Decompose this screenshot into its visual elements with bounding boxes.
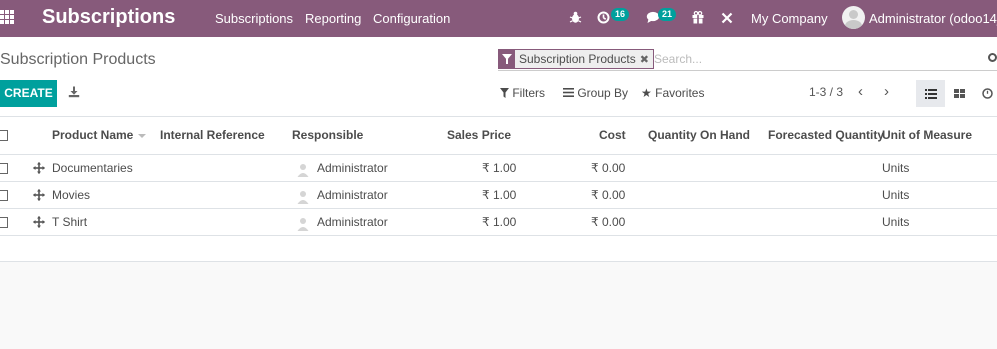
cost-cell: ₹ 0.00 — [591, 188, 626, 202]
gift-icon[interactable] — [692, 11, 704, 24]
sales-price-cell: ₹ 1.00 — [482, 188, 517, 202]
download-icon[interactable] — [68, 86, 80, 98]
row-checkbox[interactable] — [0, 217, 8, 228]
filter-icon — [500, 88, 509, 98]
row-checkbox[interactable] — [0, 190, 8, 201]
responsible-avatar-icon — [297, 164, 309, 177]
company-switcher[interactable]: My Company — [751, 11, 828, 26]
table-footer-spacer — [0, 236, 997, 262]
products-list-table: Product Name Internal Reference Responsi… — [0, 117, 997, 262]
responsible-cell: Administrator — [317, 188, 388, 202]
breadcrumb: Subscription Products — [0, 51, 156, 68]
uom-cell: Units — [882, 215, 910, 229]
table-row[interactable]: Movies Administrator ₹ 1.00 ₹ 0.00 Units — [0, 182, 997, 209]
menu-reporting[interactable]: Reporting — [305, 11, 361, 26]
table-row[interactable]: Documentaries Administrator ₹ 1.00 ₹ 0.0… — [0, 155, 997, 182]
search-facet: Subscription Products ✖ — [498, 49, 654, 69]
row-checkbox[interactable] — [0, 163, 8, 174]
menu-configuration[interactable]: Configuration — [373, 11, 450, 26]
filters-button[interactable]: Filters — [500, 86, 545, 100]
column-internal-reference[interactable]: Internal Reference — [160, 128, 265, 142]
cost-cell: ₹ 0.00 — [591, 161, 626, 175]
column-quantity-on-hand[interactable]: Quantity On Hand — [648, 128, 750, 142]
top-navbar: Subscriptions Subscriptions Reporting Co… — [0, 0, 997, 37]
sales-price-cell: ₹ 1.00 — [482, 215, 517, 229]
apps-menu-icon[interactable] — [0, 10, 14, 25]
facet-remove-icon[interactable]: ✖ — [640, 53, 653, 66]
app-title[interactable]: Subscriptions — [42, 6, 175, 29]
responsible-cell: Administrator — [317, 215, 388, 229]
facet-label: Subscription Products — [519, 52, 636, 66]
responsible-cell: Administrator — [317, 161, 388, 175]
filter-facet-icon — [499, 50, 515, 68]
filters-label: Filters — [512, 86, 546, 100]
bars-icon — [563, 88, 574, 97]
create-button[interactable]: CREATE — [0, 80, 57, 107]
column-sales-price[interactable]: Sales Price — [447, 128, 511, 142]
column-forecasted-quantity[interactable]: Forecasted Quantity — [768, 128, 884, 142]
column-cost[interactable]: Cost — [599, 128, 626, 142]
search-icon[interactable] — [988, 53, 997, 62]
list-view-button[interactable] — [916, 80, 945, 107]
column-product-name[interactable]: Product Name — [52, 128, 147, 142]
group-by-label: Group By — [577, 86, 629, 100]
messages-count-badge: 21 — [658, 8, 676, 21]
table-row[interactable]: T Shirt Administrator ₹ 1.00 ₹ 0.00 Unit… — [0, 209, 997, 236]
uom-cell: Units — [882, 188, 910, 202]
product-name-cell: Documentaries — [52, 161, 133, 175]
activity-view-button[interactable] — [974, 80, 997, 107]
debug-bug-icon[interactable] — [569, 11, 582, 24]
clock-view-icon — [982, 88, 993, 99]
cost-cell: ₹ 0.00 — [591, 215, 626, 229]
pager-next-icon[interactable]: › — [884, 83, 889, 100]
drag-handle-icon[interactable] — [33, 216, 45, 228]
product-name-cell: Movies — [52, 188, 91, 202]
kanban-view-icon — [954, 89, 965, 98]
search-input[interactable] — [654, 50, 974, 68]
favorites-button[interactable]: ★ Favorites — [641, 86, 704, 100]
select-all-checkbox[interactable] — [0, 130, 8, 141]
user-avatar[interactable] — [842, 6, 865, 29]
sales-price-cell: ₹ 1.00 — [482, 161, 517, 175]
activity-count-badge: 16 — [611, 8, 629, 21]
list-view-icon — [925, 89, 937, 99]
pager-value[interactable]: 1-3 / 3 — [809, 85, 843, 99]
pager-previous-icon[interactable]: ‹ — [858, 83, 863, 100]
uom-cell: Units — [882, 161, 910, 175]
product-name-cell: T Shirt — [52, 215, 88, 229]
activity-clock-icon[interactable] — [597, 11, 610, 24]
drag-handle-icon[interactable] — [33, 162, 45, 174]
star-icon: ★ — [641, 86, 652, 100]
menu-subscriptions[interactable]: Subscriptions — [215, 11, 293, 26]
table-header: Product Name Internal Reference Responsi… — [0, 117, 997, 155]
search-bar: Subscription Products ✖ — [498, 49, 997, 71]
column-unit-of-measure[interactable]: Unit of Measure — [882, 128, 972, 142]
drag-handle-icon[interactable] — [33, 189, 45, 201]
user-menu[interactable]: Administrator (odoo14_e — [869, 11, 997, 26]
control-panel: Subscription Products Subscription Produ… — [0, 37, 997, 117]
tools-icon[interactable] — [721, 12, 733, 24]
kanban-view-button[interactable] — [945, 80, 974, 107]
favorites-label: Favorites — [655, 86, 705, 100]
group-by-button[interactable]: Group By — [563, 86, 628, 100]
responsible-avatar-icon — [297, 191, 309, 204]
sort-caret-icon — [138, 133, 147, 138]
column-responsible[interactable]: Responsible — [292, 128, 363, 142]
responsible-avatar-icon — [297, 218, 309, 231]
